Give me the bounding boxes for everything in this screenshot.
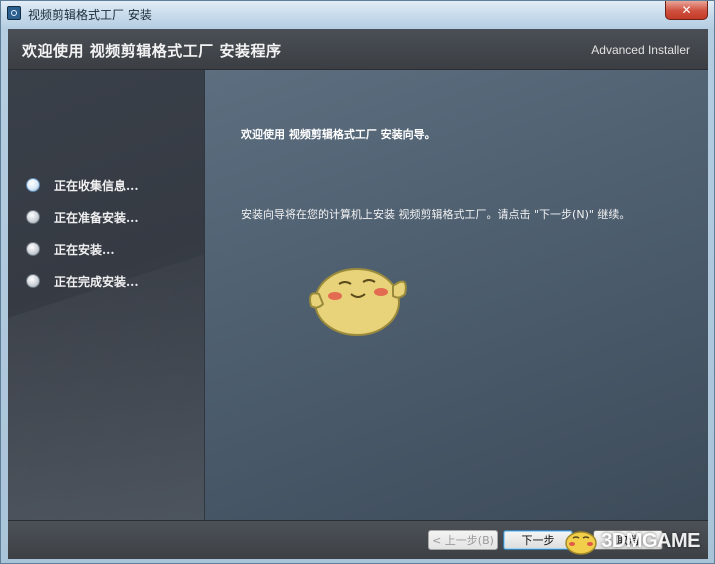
welcome-panel: 欢迎使用 视频剪辑格式工厂 安装向导。 安装向导将在您的计算机上安装 视频剪辑格… [204, 70, 708, 520]
site-watermark: 3DMGAME [561, 526, 700, 556]
close-button[interactable]: ✕ [665, 1, 708, 20]
step-label: 正在准备安装... [54, 210, 139, 225]
step-label: 正在收集信息... [54, 178, 139, 193]
steps-sidebar: 正在收集信息... 正在准备安装... 正在安装... 正在完成安装... [8, 70, 204, 520]
installer-header: 欢迎使用 视频剪辑格式工厂 安装程序 Advanced Installer [8, 29, 708, 70]
app-icon [7, 6, 21, 20]
step-finishing: 正在完成安装... [26, 271, 139, 291]
step-collecting-info: 正在收集信息... [26, 175, 139, 195]
close-icon: ✕ [681, 3, 692, 17]
client-area: 欢迎使用 视频剪辑格式工厂 安装程序 Advanced Installer 正在… [8, 29, 708, 559]
watermark-text: 3DMGAME [601, 529, 700, 552]
step-radio-icon [26, 274, 40, 288]
back-button[interactable]: < 上一步(B) [428, 530, 498, 550]
window-title: 视频剪辑格式工厂 安装 [28, 8, 152, 22]
title-bar[interactable]: 视频剪辑格式工厂 安装 ✕ [1, 1, 714, 27]
installer-window: 视频剪辑格式工厂 安装 ✕ 欢迎使用 视频剪辑格式工厂 安装程序 Advance… [0, 0, 715, 564]
step-installing: 正在安装... [26, 239, 115, 259]
step-active-radio-icon [26, 178, 40, 192]
step-label: 正在完成安装... [54, 274, 139, 289]
watermark-mascot-icon [565, 531, 598, 555]
button-bar: < 上一步(B) 下一步 取消 3DMGAME [8, 520, 708, 559]
step-radio-icon [26, 210, 40, 224]
welcome-description: 安装向导将在您的计算机上安装 视频剪辑格式工厂。请点击 "下一步(N)" 继续。 [241, 208, 631, 221]
brand-label: Advanced Installer [591, 43, 690, 57]
page-title: 欢迎使用 视频剪辑格式工厂 安装程序 [22, 42, 282, 60]
welcome-heading: 欢迎使用 视频剪辑格式工厂 安装向导。 [241, 128, 436, 141]
step-label: 正在安装... [54, 242, 115, 257]
step-radio-icon [26, 242, 40, 256]
mascot-watermark-icon [309, 268, 407, 336]
step-preparing: 正在准备安装... [26, 207, 139, 227]
